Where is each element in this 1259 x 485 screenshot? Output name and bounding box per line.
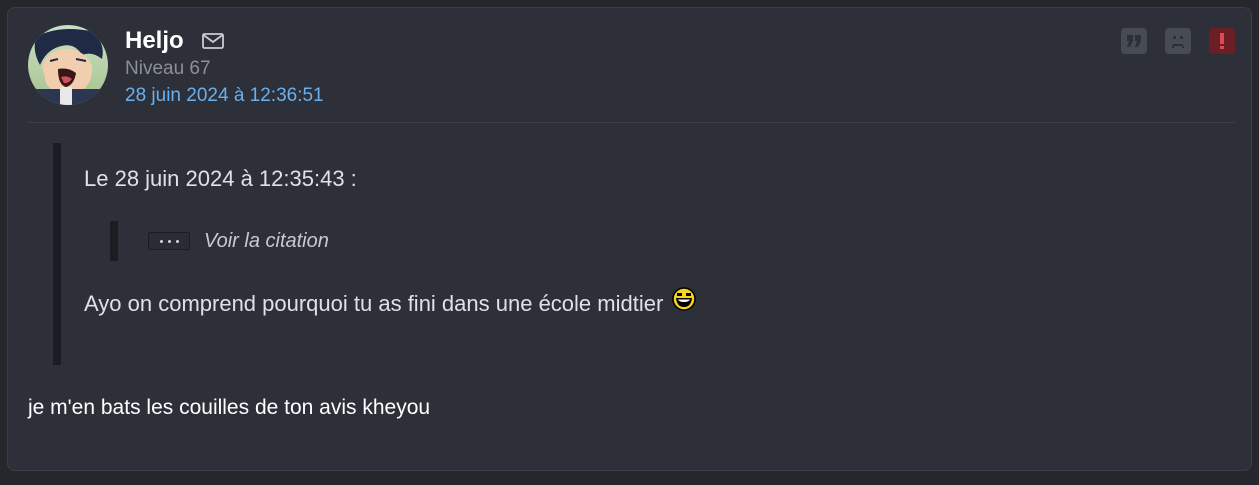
blacklist-button[interactable] bbox=[1165, 28, 1191, 54]
header-divider bbox=[28, 122, 1235, 123]
reply-text: je m'en bats les couilles de ton avis kh… bbox=[28, 396, 431, 419]
quote-button[interactable] bbox=[1121, 28, 1147, 54]
dot-icon bbox=[175, 239, 179, 243]
forum-post: Heljo Niveau 67 28 juin 2024 à 12:36:51 bbox=[7, 7, 1252, 471]
author-row: Heljo bbox=[125, 25, 224, 57]
avatar[interactable] bbox=[28, 25, 108, 105]
expand-quote-button[interactable] bbox=[148, 232, 190, 250]
sad-face-icon bbox=[1172, 36, 1184, 48]
dot-icon bbox=[167, 239, 171, 243]
mail-icon[interactable] bbox=[201, 33, 224, 49]
report-button[interactable] bbox=[1209, 28, 1235, 54]
quote-header: Le 28 juin 2024 à 12:35:43 : bbox=[84, 166, 357, 191]
quote-icon bbox=[1127, 35, 1141, 47]
dot-icon bbox=[159, 239, 163, 243]
post-actions bbox=[1121, 28, 1235, 54]
quote-body-text: Ayo on comprend pourquoi tu as fini dans… bbox=[84, 291, 664, 316]
view-quote-link[interactable]: Voir la citation bbox=[204, 230, 329, 253]
nested-quote: Voir la citation bbox=[110, 221, 329, 261]
laughing-smiley-icon bbox=[672, 287, 697, 311]
user-level: Niveau 67 bbox=[125, 58, 211, 79]
post-date-link[interactable]: 28 juin 2024 à 12:36:51 bbox=[125, 85, 324, 107]
exclamation-icon bbox=[1220, 33, 1224, 49]
avatar-image bbox=[28, 25, 108, 105]
username[interactable]: Heljo bbox=[125, 27, 184, 55]
quote-body: Ayo on comprend pourquoi tu as fini dans… bbox=[84, 287, 697, 317]
quote-block: Le 28 juin 2024 à 12:35:43 : Voir la cit… bbox=[53, 143, 1061, 365]
